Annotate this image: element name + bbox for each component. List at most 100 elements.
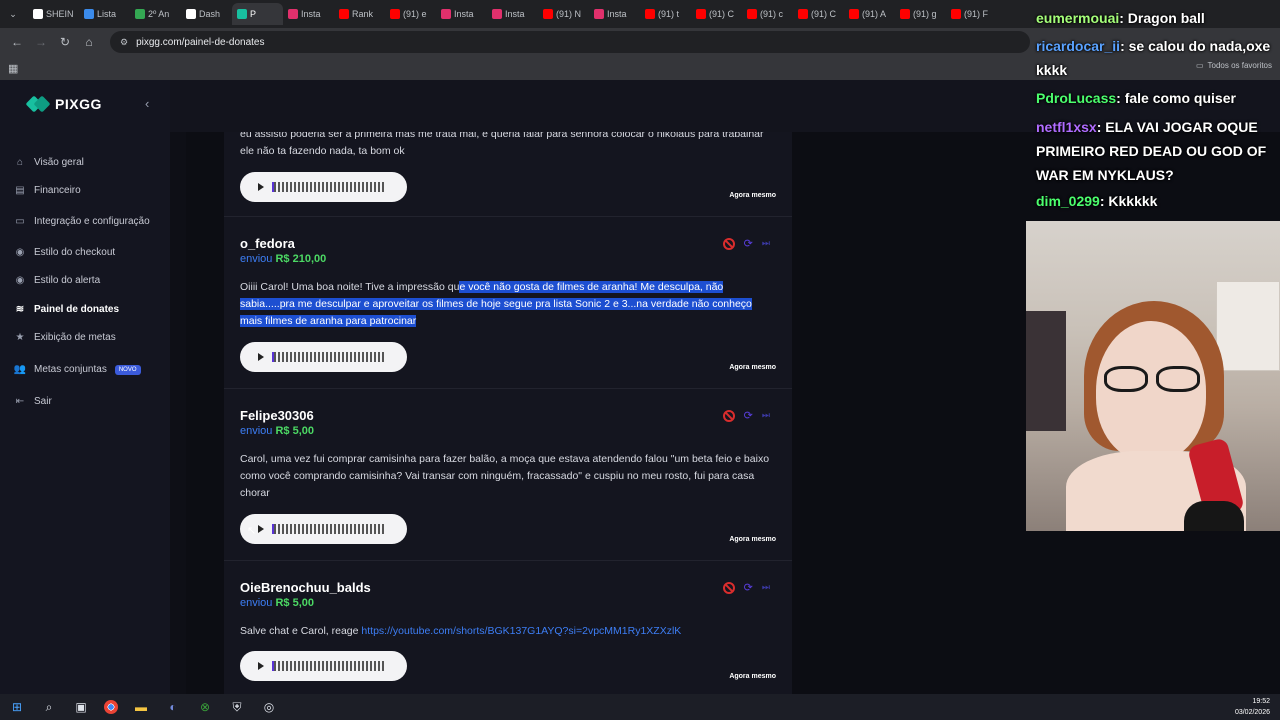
browser-tab[interactable]: (91) C (691, 3, 742, 25)
tab-title: Rank (352, 9, 374, 19)
address-bar[interactable]: ⚙ pixgg.com/painel-de-donates (110, 31, 1030, 53)
waveform[interactable] (272, 182, 384, 192)
audio-player[interactable] (240, 514, 407, 544)
tab-title: (91) N (556, 9, 582, 19)
browser-tab[interactable]: Lista (79, 3, 130, 25)
browser-tab[interactable]: SHEIN (28, 3, 79, 25)
sidebar-item-financeiro[interactable]: ▤ Financeiro (14, 177, 164, 206)
settings-icon: ▭ (15, 216, 25, 227)
tab-favicon-icon (288, 9, 298, 19)
play-icon[interactable] (258, 662, 264, 670)
chat-message: netfl1xsx: ELA VAI JOGAR OQUE PRIMEIRO R… (1036, 115, 1280, 187)
tab-search-icon[interactable]: ⌄ (4, 5, 22, 23)
collapse-sidebar-icon[interactable]: ‹ (145, 96, 149, 111)
donation-amount: R$ 5,00 (275, 597, 315, 609)
browser-tab[interactable]: (91) t (640, 3, 691, 25)
play-icon[interactable] (258, 525, 264, 533)
donation-time: Agora mesmo (729, 192, 776, 199)
waveform[interactable] (272, 524, 384, 534)
skip-icon[interactable]: ⏭ (762, 238, 770, 249)
play-icon[interactable] (258, 353, 264, 361)
browser-tab[interactable]: (91) c (742, 3, 793, 25)
site-info-icon[interactable]: ⚙ (120, 37, 128, 48)
sent-label: enviou (240, 597, 273, 609)
system-clock[interactable]: 19:52 03/02/2026 (1235, 696, 1270, 718)
browser-tab[interactable]: (91) F (946, 3, 997, 25)
tab-favicon-icon (849, 9, 859, 19)
reload-icon[interactable]: ↻ (54, 31, 76, 53)
back-icon[interactable]: ← (6, 31, 28, 53)
security-icon[interactable]: ⛨ (228, 698, 246, 716)
sidebar-item-integracao[interactable]: ▭ Integração e configuração (14, 205, 164, 238)
logout-icon: ⇤ (15, 395, 25, 407)
skip-icon[interactable]: ⏭ (762, 582, 770, 593)
sidebar-item-exibicao-metas[interactable]: ★ Exibição de metas (14, 324, 164, 353)
replay-icon[interactable]: ⟳ (744, 237, 753, 250)
browser-tab[interactable]: P (232, 3, 283, 25)
browser-tab[interactable]: (91) C (793, 3, 844, 25)
discord-icon[interactable]: ◐ (164, 698, 182, 716)
logo[interactable]: PIXGG (25, 95, 102, 113)
chrome-icon[interactable] (104, 700, 118, 714)
xbox-icon[interactable]: ⊗ (196, 698, 214, 716)
wallet-icon: ▤ (15, 185, 25, 197)
apps-grid-icon[interactable]: ▦ (8, 62, 18, 75)
donation-message: Salve chat e Carol, reage https://youtub… (240, 623, 770, 640)
sent-label: enviou (240, 425, 273, 437)
donation-amount-line: enviou R$ 210,00 (240, 253, 326, 265)
waveform[interactable] (272, 352, 384, 362)
sidebar-item-label: Visão geral (34, 156, 84, 168)
sidebar: PIXGG ‹ ⌂ Visão geral ▤ Financeiro ▭ Integraç… (0, 80, 170, 694)
sidebar-item-visao-geral[interactable]: ⌂ Visão geral (14, 148, 164, 177)
sidebar-item-sair[interactable]: ⇤ Sair (14, 387, 164, 416)
chat-message: ricardocar_ii: se calou do nada,oxe kkkk (1036, 34, 1280, 82)
chat-username: dim_0299 (1036, 193, 1100, 209)
browser-tab[interactable]: 2º An (130, 3, 181, 25)
tab-favicon-icon (594, 9, 604, 19)
youtube-link[interactable]: https://youtube.com/shorts/BGK137G1AYQ?s… (361, 625, 681, 637)
browser-tab[interactable]: Insta (436, 3, 487, 25)
sidebar-item-painel-donates[interactable]: ≋ Painel de donates (14, 295, 164, 324)
tab-title: (91) A (862, 9, 887, 19)
task-view-icon[interactable]: ▣ (72, 698, 90, 716)
browser-tab[interactable]: (91) g (895, 3, 946, 25)
tab-title: (91) g (913, 9, 937, 19)
donation-message: Carol, uma vez fui comprar camisinha par… (240, 453, 770, 499)
search-icon[interactable]: ⌕ (40, 698, 58, 716)
browser-tab[interactable]: Rank (334, 3, 385, 25)
windows-start-icon[interactable]: ⊞ (8, 698, 26, 716)
chat-message: PdroLucass: fale como quiser (1036, 86, 1280, 110)
donation-card: eu assisto poderia ser a primeira mas me… (224, 132, 792, 217)
skip-icon[interactable]: ⏭ (762, 410, 770, 421)
block-icon[interactable] (722, 409, 735, 422)
home-icon[interactable]: ⌂ (78, 31, 100, 53)
cam-shelf (1216, 281, 1280, 371)
replay-icon[interactable]: ⟳ (744, 409, 753, 422)
cam-chair (1026, 311, 1066, 431)
list-icon: ≋ (15, 303, 25, 315)
browser-tab[interactable]: Insta (487, 3, 538, 25)
browser-tab[interactable]: (91) N (538, 3, 589, 25)
tab-title: (91) F (964, 9, 989, 19)
block-icon[interactable] (722, 581, 735, 594)
replay-icon[interactable]: ⟳ (744, 581, 753, 594)
browser-tab[interactable]: Dash (181, 3, 232, 25)
block-icon[interactable] (722, 237, 735, 250)
audio-player[interactable] (240, 342, 407, 372)
browser-tab[interactable]: (91) e (385, 3, 436, 25)
donor-name: Felipe30306 (240, 408, 314, 423)
browser-tab[interactable]: Insta (283, 3, 334, 25)
audio-player[interactable] (240, 172, 407, 202)
waveform[interactable] (272, 661, 384, 671)
browser-tab[interactable]: (91) A (844, 3, 895, 25)
play-icon[interactable] (258, 183, 264, 191)
forward-icon[interactable]: → (30, 31, 52, 53)
sidebar-item-estilo-alerta[interactable]: ◉ Estilo do alerta (14, 267, 164, 296)
file-explorer-icon[interactable]: ▬ (132, 698, 150, 716)
sidebar-item-estilo-checkout[interactable]: ◉ Estilo do checkout (14, 238, 164, 267)
sidebar-item-metas-conjuntas[interactable]: 👥 Metas conjuntas NOVO (14, 352, 164, 387)
obs-icon[interactable]: ◎ (260, 698, 278, 716)
sidebar-menu: ⌂ Visão geral ▤ Financeiro ▭ Integração e con… (14, 148, 164, 416)
audio-player[interactable] (240, 651, 407, 681)
browser-tab[interactable]: Insta (589, 3, 640, 25)
